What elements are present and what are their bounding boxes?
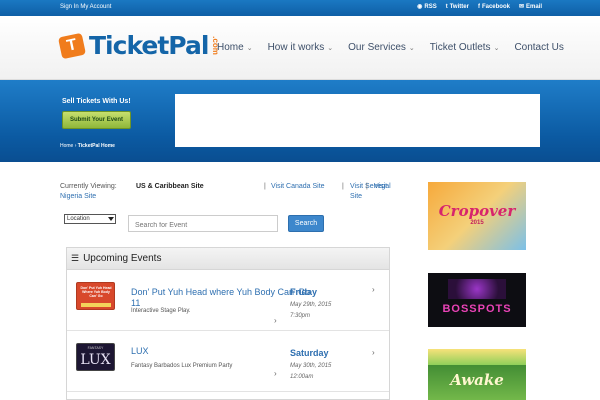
event-description: Interactive Stage Play. bbox=[131, 308, 191, 314]
chevron-down-icon: ⌄ bbox=[246, 44, 253, 52]
nav-contact-us[interactable]: Contact Us bbox=[514, 42, 563, 53]
twitter-link[interactable]: t Twitter bbox=[446, 3, 469, 10]
site-selector: Currently Viewing: US & Caribbean Site |… bbox=[60, 182, 395, 200]
separator: | bbox=[366, 183, 368, 190]
email-label: Email bbox=[525, 3, 542, 10]
visit-canada-link[interactable]: Visit Canada Site bbox=[271, 182, 325, 192]
nav-ticket-outlets[interactable]: Ticket Outlets ⌄ bbox=[430, 42, 500, 53]
nav-our-services[interactable]: Our Services ⌄ bbox=[348, 42, 415, 53]
breadcrumb-home[interactable]: Home bbox=[60, 143, 73, 149]
dropdown-arrow-icon bbox=[108, 217, 114, 221]
cropover-ad-title: Cropover bbox=[438, 202, 516, 220]
event-date: May 29th, 2015 bbox=[290, 302, 332, 308]
upcoming-events-panel: ☰ Upcoming Events Don' Put Yuh Head Wher… bbox=[66, 247, 390, 400]
hero-banner: Sell Tickets With Us! Submit Your Event … bbox=[0, 80, 600, 162]
event-description: Fantasy Barbados Lux Premium Party bbox=[131, 363, 233, 369]
chevron-down-icon: ⌄ bbox=[327, 44, 334, 52]
sell-heading: Sell Tickets With Us! bbox=[62, 98, 131, 105]
email-link[interactable]: ✉ Email bbox=[518, 3, 542, 11]
visit-senegal-link[interactable]: Visit Senegal Site bbox=[350, 182, 395, 202]
main-nav: Home ⌄ How it works ⌄ Our Services ⌄ Tic… bbox=[217, 42, 564, 53]
event-time: 12:00am bbox=[290, 374, 314, 380]
thumb-stripe bbox=[81, 303, 111, 307]
breadcrumb-current: TicketPal Home bbox=[77, 143, 115, 149]
bossprts-ad-title: BOSSPOTS bbox=[442, 303, 512, 315]
bossprts-graphic bbox=[448, 279, 506, 299]
rss-link[interactable]: ◉ RSS bbox=[417, 3, 437, 11]
account-link[interactable]: Sign In My Account bbox=[60, 4, 111, 10]
chevron-down-icon: ⌄ bbox=[408, 44, 415, 52]
chevron-right-icon[interactable]: › bbox=[372, 285, 375, 294]
nav-home-label: Home bbox=[217, 42, 244, 53]
twitter-icon: t bbox=[445, 3, 448, 10]
chevron-down-icon: ⌄ bbox=[493, 44, 500, 52]
viewing-label: Currently Viewing: bbox=[60, 183, 117, 190]
event-thumbnail-text: Don' Put Yuh Head Where Yuh Body Can' Go bbox=[80, 286, 112, 298]
event-thumbnail[interactable]: FANTASY LUX bbox=[76, 343, 115, 371]
banner-slider-area bbox=[175, 94, 540, 147]
top-bar: Sign In My Account ◉ RSS t Twitter f Fac… bbox=[0, 0, 600, 16]
chevron-right-icon[interactable]: › bbox=[274, 316, 277, 325]
cropover-ad-year: 2015 bbox=[470, 220, 484, 226]
email-icon: ✉ bbox=[518, 4, 524, 10]
nav-ticket-outlets-label: Ticket Outlets bbox=[429, 42, 491, 53]
nav-contact-us-label: Contact Us bbox=[514, 42, 564, 53]
awake-ad-title: Awake bbox=[450, 371, 504, 389]
chevron-right-icon[interactable]: › bbox=[274, 369, 277, 378]
facebook-label: Facebook bbox=[481, 3, 510, 10]
nav-how-it-works[interactable]: How it works ⌄ bbox=[268, 42, 334, 53]
event-time: 7:30pm bbox=[290, 313, 311, 319]
social-links: ◉ RSS t Twitter f Facebook ✉ Email bbox=[417, 3, 542, 11]
event-row[interactable]: FANTASY LUX LUX Fantasy Barbados Lux Pre… bbox=[67, 332, 389, 392]
event-row[interactable]: Don' Put Yuh Head Where Yuh Body Can' Go… bbox=[67, 271, 389, 331]
list-icon: ☰ bbox=[71, 253, 80, 263]
site-header: T TicketPal .com Home ⌄ How it works ⌄ O… bbox=[0, 16, 600, 80]
event-day: Saturday bbox=[290, 348, 329, 358]
thumb-caption: FANTASY bbox=[87, 346, 104, 350]
facebook-link[interactable]: f Facebook bbox=[478, 3, 510, 10]
ticketpal-logo[interactable]: T TicketPal .com bbox=[57, 31, 225, 60]
location-select[interactable]: Location bbox=[64, 214, 116, 224]
event-date: May 30th, 2015 bbox=[290, 363, 332, 369]
awake-ad[interactable]: Awake bbox=[428, 349, 526, 400]
rss-label: RSS bbox=[424, 3, 437, 10]
chevron-right-icon[interactable]: › bbox=[372, 348, 375, 357]
search-button[interactable]: Search bbox=[288, 215, 324, 232]
separator: | bbox=[342, 183, 344, 190]
event-search-input[interactable] bbox=[128, 215, 278, 232]
nav-home[interactable]: Home ⌄ bbox=[217, 42, 253, 53]
current-site: US & Caribbean Site bbox=[136, 183, 204, 190]
logo-text: TicketPal bbox=[89, 31, 209, 60]
location-value: Location bbox=[67, 216, 90, 222]
submit-event-button[interactable]: Submit Your Event bbox=[62, 111, 131, 129]
separator: | bbox=[264, 183, 266, 190]
event-day: Friday bbox=[290, 287, 318, 297]
breadcrumb-separator: › bbox=[74, 143, 77, 149]
cropover-ad[interactable]: Cropover 2015 bbox=[428, 182, 526, 250]
twitter-label: Twitter bbox=[449, 3, 469, 10]
facebook-icon: f bbox=[477, 3, 480, 10]
breadcrumb: Home › TicketPal Home bbox=[60, 143, 115, 149]
upcoming-events-title: Upcoming Events bbox=[83, 253, 162, 264]
awake-sky bbox=[428, 349, 526, 365]
upcoming-events-header: ☰ Upcoming Events bbox=[67, 248, 389, 270]
visit-nigeria-link-cont[interactable]: Nigeria Site bbox=[60, 192, 96, 202]
event-thumbnail[interactable]: Don' Put Yuh Head Where Yuh Body Can' Go bbox=[76, 282, 115, 310]
visit-nigeria-link[interactable]: Visit bbox=[374, 182, 387, 192]
nav-how-it-works-label: How it works bbox=[267, 42, 325, 53]
nav-our-services-label: Our Services bbox=[348, 42, 406, 53]
rss-icon: ◉ bbox=[417, 4, 423, 10]
bossprts-ad[interactable]: BOSSPOTS bbox=[428, 273, 526, 327]
logo-ticket-icon: T bbox=[57, 32, 87, 59]
thumb-lux: LUX bbox=[80, 352, 111, 368]
